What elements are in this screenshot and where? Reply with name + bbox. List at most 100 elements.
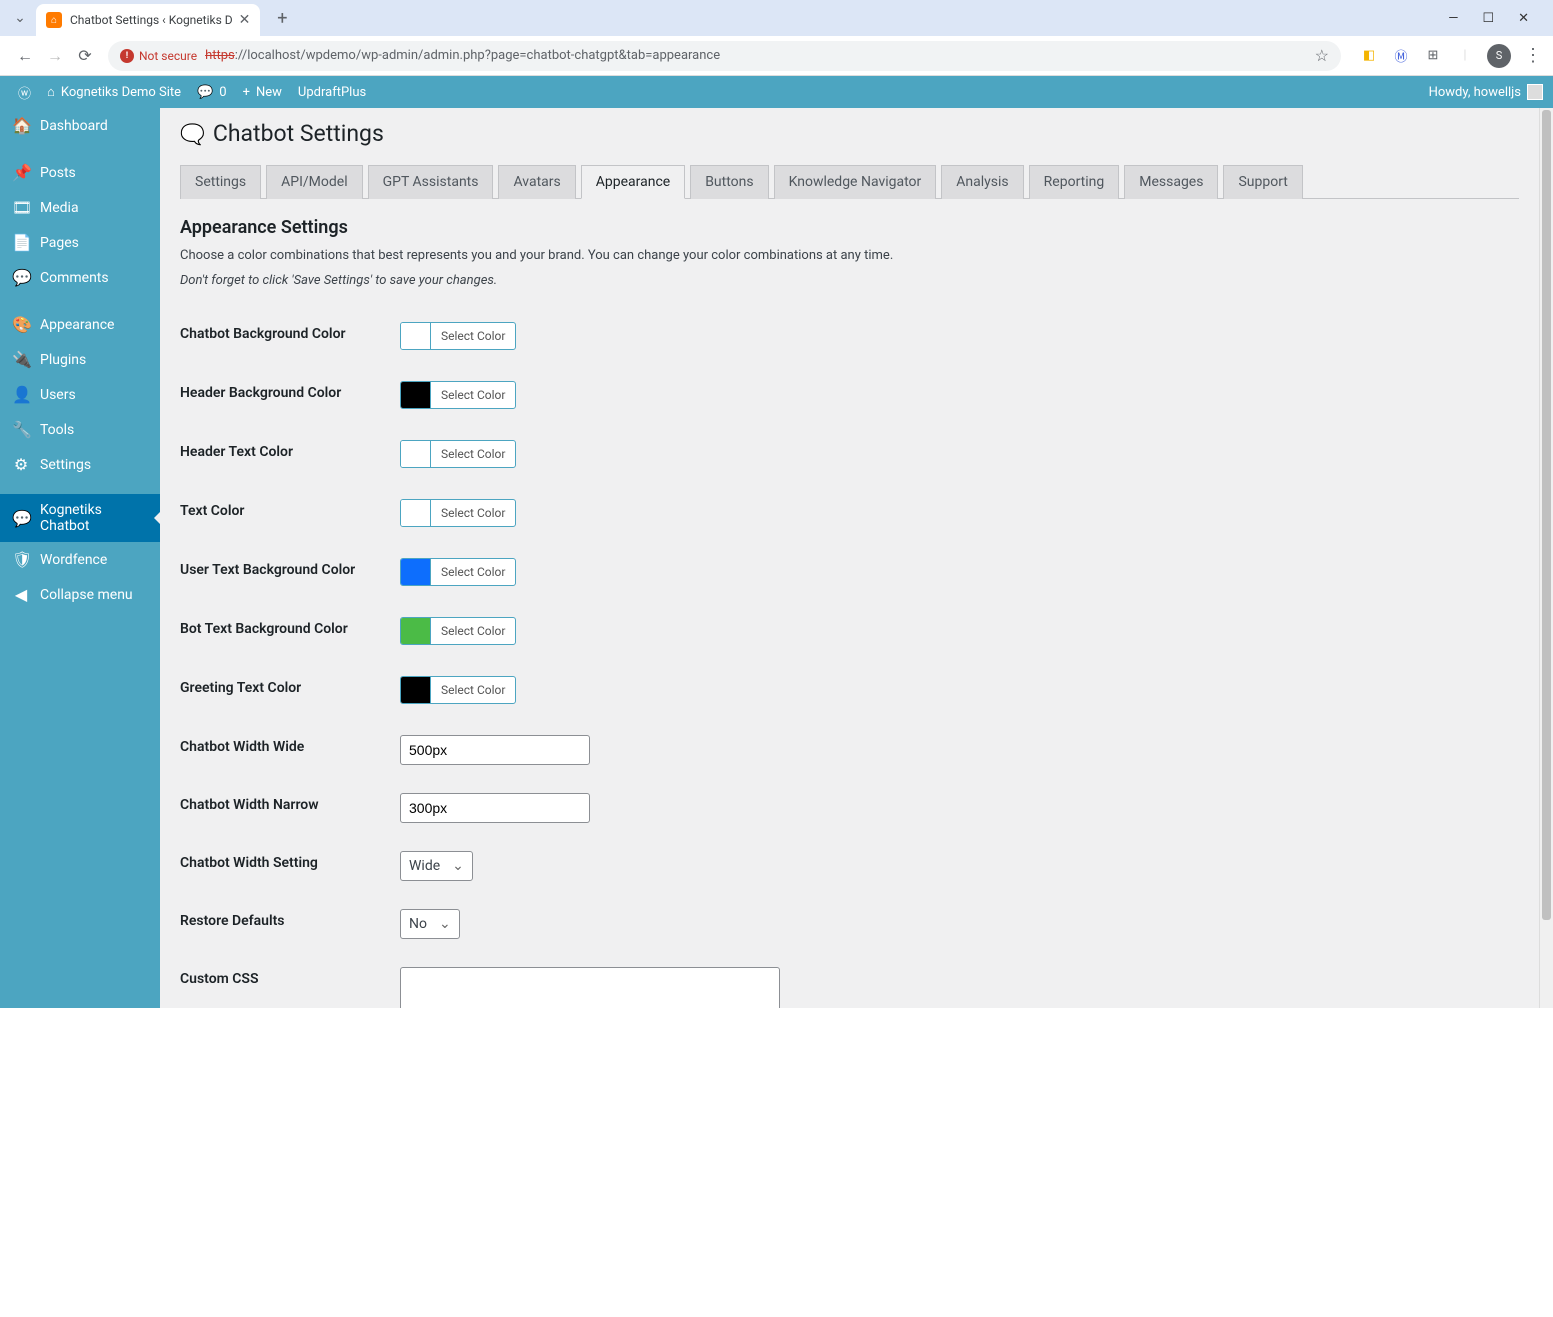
- custom-css-label: Custom CSS: [180, 967, 400, 987]
- tab-knowledge-navigator[interactable]: Knowledge Navigator: [774, 165, 937, 199]
- text-color-picker[interactable]: Select Color: [400, 499, 516, 527]
- comments-link[interactable]: 💬 0: [189, 76, 235, 108]
- sidebar-item-appearance[interactable]: 🎨Appearance: [0, 307, 160, 342]
- width-narrow-input[interactable]: [400, 793, 590, 823]
- bookmark-star-icon[interactable]: ☆: [1315, 46, 1329, 65]
- section-title: Appearance Settings: [180, 217, 1519, 238]
- chatbot-icon: 🗨️: [180, 122, 205, 146]
- restore-defaults-select[interactable]: No ⌄: [400, 909, 460, 939]
- home-icon: ⌂: [47, 84, 55, 100]
- sidebar-item-users[interactable]: 👤Users: [0, 377, 160, 412]
- menu-label: Appearance: [40, 317, 148, 333]
- window-minimize-icon[interactable]: —: [1448, 11, 1458, 26]
- tab-settings[interactable]: Settings: [180, 165, 261, 199]
- tab-search-chevron[interactable]: ⌄: [8, 6, 32, 30]
- tab-close-icon[interactable]: ✕: [239, 12, 251, 28]
- updraftplus-link[interactable]: UpdraftPlus: [290, 76, 374, 108]
- tab-avatars[interactable]: Avatars: [498, 165, 575, 199]
- section-description: Choose a color combinations that best re…: [180, 248, 1519, 263]
- sidebar-item-collapse[interactable]: ◀Collapse menu: [0, 577, 160, 612]
- tab-support[interactable]: Support: [1223, 165, 1302, 199]
- plus-icon: +: [243, 85, 250, 100]
- form-table: Chatbot Background ColorSelect ColorHead…: [180, 308, 1519, 721]
- window-maximize-icon[interactable]: ☐: [1482, 11, 1494, 26]
- tab-reporting[interactable]: Reporting: [1029, 165, 1120, 199]
- divider: |: [1455, 46, 1475, 66]
- wp-logo-icon[interactable]: ⓦ: [10, 76, 39, 108]
- tab-messages[interactable]: Messages: [1124, 165, 1218, 199]
- chatbot-bg-color-label: Chatbot Background Color: [180, 322, 400, 342]
- sidebar-item-settings[interactable]: ⚙Settings: [0, 447, 160, 482]
- sidebar-item-wordfence[interactable]: 🛡Wordfence: [0, 542, 160, 577]
- sidebar-item-comments[interactable]: 💬Comments: [0, 260, 160, 295]
- back-button[interactable]: ←: [10, 41, 40, 71]
- tab-title: Chatbot Settings ‹ Kognetiks D: [70, 13, 233, 27]
- width-wide-input[interactable]: [400, 735, 590, 765]
- tab-api-model[interactable]: API/Model: [266, 165, 362, 199]
- menu-icon: 💬: [12, 268, 30, 287]
- sidebar-item-kognetiks[interactable]: 💬 Kognetiks Chatbot: [0, 494, 160, 542]
- sidebar-item-pages[interactable]: 📄Pages: [0, 225, 160, 260]
- extension-icon-2[interactable]: Ⓜ: [1391, 46, 1411, 66]
- menu-icon: 🔧: [12, 420, 30, 439]
- new-tab-button[interactable]: +: [268, 4, 296, 32]
- new-content-link[interactable]: + New: [235, 76, 290, 108]
- extensions-menu-icon[interactable]: ⊞: [1423, 46, 1443, 66]
- menu-label: Users: [40, 387, 148, 403]
- text-color-label: Text Color: [180, 499, 400, 519]
- profile-avatar[interactable]: S: [1487, 44, 1511, 68]
- sidebar-item-tools[interactable]: 🔧Tools: [0, 412, 160, 447]
- select-color-label: Select Color: [431, 329, 515, 343]
- user-text-bg-color-label: User Text Background Color: [180, 558, 400, 578]
- chevron-down-icon: ⌄: [439, 916, 451, 932]
- header-bg-color-label: Header Background Color: [180, 381, 400, 401]
- tab-appearance[interactable]: Appearance: [581, 165, 685, 199]
- width-narrow-row: Chatbot Width Narrow: [180, 779, 1519, 837]
- scrollbar-thumb[interactable]: [1542, 110, 1551, 920]
- not-secure-badge[interactable]: ! Not secure: [120, 49, 197, 63]
- width-setting-row: Chatbot Width Setting Wide ⌄: [180, 837, 1519, 895]
- custom-css-textarea[interactable]: [400, 967, 780, 1008]
- bot-text-bg-color-picker[interactable]: Select Color: [400, 617, 516, 645]
- color-swatch: [401, 382, 431, 408]
- greeting-text-color-picker[interactable]: Select Color: [400, 676, 516, 704]
- tab-gpt-assistants[interactable]: GPT Assistants: [368, 165, 494, 199]
- tab-analysis[interactable]: Analysis: [941, 165, 1023, 199]
- width-setting-select[interactable]: Wide ⌄: [400, 851, 473, 881]
- menu-icon: 💬: [12, 509, 30, 528]
- color-swatch: [401, 323, 431, 349]
- site-name-link[interactable]: ⌂ Kognetiks Demo Site: [39, 76, 189, 108]
- sidebar-item-posts[interactable]: 📌Posts: [0, 155, 160, 190]
- header-text-color-picker[interactable]: Select Color: [400, 440, 516, 468]
- width-wide-row: Chatbot Width Wide: [180, 721, 1519, 779]
- bot-text-bg-color-row: Bot Text Background ColorSelect Color: [180, 603, 1519, 662]
- not-secure-label: Not secure: [139, 49, 197, 63]
- tab-buttons[interactable]: Buttons: [690, 165, 768, 199]
- scrollbar[interactable]: [1539, 108, 1553, 1008]
- menu-icon: 🔌: [12, 350, 30, 369]
- width-narrow-label: Chatbot Width Narrow: [180, 793, 400, 813]
- select-color-label: Select Color: [431, 683, 515, 697]
- address-bar[interactable]: ! Not secure https://localhost/wpdemo/wp…: [108, 41, 1341, 71]
- reload-button[interactable]: ⟳: [70, 41, 100, 71]
- extension-icon-1[interactable]: ◧: [1359, 46, 1379, 66]
- warning-icon: !: [120, 49, 134, 63]
- sidebar-item-dashboard[interactable]: 🏠Dashboard: [0, 108, 160, 143]
- chatbot-bg-color-picker[interactable]: Select Color: [400, 322, 516, 350]
- howdy-account[interactable]: Howdy, howelljs: [1429, 84, 1543, 100]
- header-bg-color-picker[interactable]: Select Color: [400, 381, 516, 409]
- extension-icons: ◧ Ⓜ ⊞ | S ⋮: [1349, 44, 1543, 68]
- browser-tab[interactable]: ⌂ Chatbot Settings ‹ Kognetiks D ✕: [36, 4, 260, 36]
- browser-menu-icon[interactable]: ⋮: [1523, 46, 1543, 66]
- window-close-icon[interactable]: ✕: [1518, 11, 1529, 26]
- select-color-label: Select Color: [431, 565, 515, 579]
- menu-label: Settings: [40, 457, 148, 473]
- menu-label: Dashboard: [40, 118, 148, 134]
- color-swatch: [401, 677, 431, 703]
- width-setting-label: Chatbot Width Setting: [180, 851, 400, 871]
- menu-label: Kognetiks Chatbot: [40, 502, 148, 534]
- sidebar-item-media[interactable]: 🎞Media: [0, 190, 160, 225]
- user-text-bg-color-picker[interactable]: Select Color: [400, 558, 516, 586]
- sidebar-item-plugins[interactable]: 🔌Plugins: [0, 342, 160, 377]
- forward-button[interactable]: →: [40, 41, 70, 71]
